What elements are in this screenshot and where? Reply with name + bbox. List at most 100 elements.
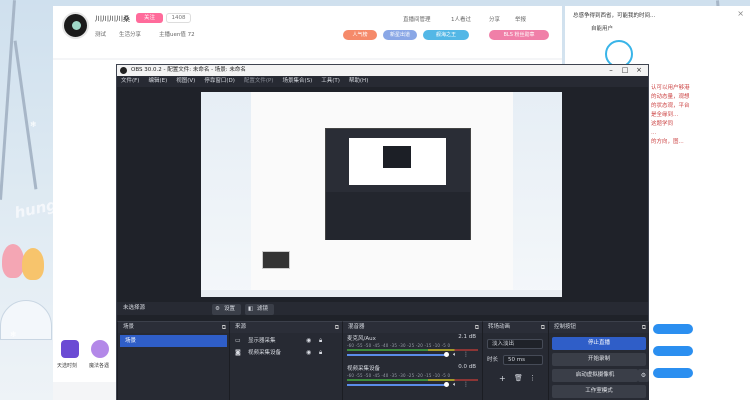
start-recording-button[interactable]: 开始录制 xyxy=(552,353,646,366)
share-link[interactable]: 分享 xyxy=(489,15,500,23)
scene-list-item[interactable]: 场景 xyxy=(120,335,227,347)
obs-titlebar[interactable]: OBS 30.0.2 - 配置文件: 未命名 - 场景: 未命名 – □ × xyxy=(117,65,648,76)
slider-track xyxy=(347,384,447,386)
tree-branch xyxy=(0,0,16,200)
popout-icon[interactable]: ⧉ xyxy=(541,322,545,333)
popout-icon[interactable]: ⧉ xyxy=(642,322,646,333)
rank-badge[interactable]: 舰海之王 xyxy=(423,30,469,40)
volume-slider[interactable]: 🔈︎ ⋮ xyxy=(347,381,478,389)
source-list-item[interactable]: ▭ 显示器采集 ◉ 🔒︎ xyxy=(230,335,342,347)
gear-icon[interactable]: ⚙ xyxy=(638,369,649,382)
studio-mode-button[interactable]: 工作室模式 xyxy=(552,385,646,398)
menu-help[interactable]: 帮助(H) xyxy=(349,76,368,87)
channel-db: 0.0 dB xyxy=(458,364,476,370)
slider-track xyxy=(347,354,447,356)
menu-edit[interactable]: 编辑(E) xyxy=(148,76,167,87)
streamer-avatar[interactable] xyxy=(62,12,89,39)
menu-docks[interactable]: 停靠窗口(D) xyxy=(204,76,235,87)
minimize-icon[interactable]: – xyxy=(604,65,618,76)
scenes-dock: 场景 ⧉ 场景 xyxy=(117,321,229,400)
send-button[interactable] xyxy=(653,346,693,356)
gear-icon[interactable]: ⋮ xyxy=(463,381,469,388)
speaker-icon[interactable]: 🔈︎ xyxy=(453,381,457,389)
gift-icon[interactable] xyxy=(91,340,109,358)
menu-tools[interactable]: 工具(T) xyxy=(321,76,340,87)
level-meter xyxy=(347,379,478,381)
visibility-eye-icon[interactable]: ◉ xyxy=(306,347,311,359)
viewers-count: 1人看过 xyxy=(451,17,471,23)
mixer-channel: 视频采集设备 0.0 dB -60 -55 -50 -45 -40 -35 -3… xyxy=(343,363,482,389)
close-icon[interactable]: × xyxy=(737,9,744,18)
host-tag: 主播uen值 72 xyxy=(159,32,195,38)
capture-nested-preview xyxy=(349,138,446,185)
room-title: 测试 xyxy=(95,32,107,38)
mixer-channel: 麦克风/Aux 2.1 dB -60 -55 -50 -45 -40 -35 -… xyxy=(343,333,482,359)
add-icon[interactable]: + xyxy=(499,374,506,383)
duration-input[interactable]: 50 ms xyxy=(503,355,543,365)
dock-header: 场景 ⧉ xyxy=(118,322,229,333)
controls-dock: 控制按钮 ⧉ 停止直播 开始录制 启动虚拟摄像机 ⚙ 工作室模式 xyxy=(548,321,649,400)
volume-slider[interactable]: 🔈︎ ⋮ xyxy=(347,351,478,359)
source-toolbar: 未选择源 xyxy=(117,302,648,315)
snowflake-icon: ❄ xyxy=(30,120,37,129)
channel-name: 麦克风/Aux xyxy=(347,336,376,342)
lock-icon[interactable]: 🔒︎ xyxy=(319,347,322,359)
send-button[interactable] xyxy=(653,368,693,378)
popout-icon[interactable]: ⧉ xyxy=(335,322,339,333)
preview-capture xyxy=(201,92,562,297)
obs-window-title: OBS 30.0.2 - 配置文件: 未命名 - 场景: 未命名 xyxy=(131,67,246,73)
follow-button[interactable]: 关注 xyxy=(136,13,163,23)
visibility-eye-icon[interactable]: ◉ xyxy=(306,335,311,347)
streamer-name[interactable]: 川川川川桑 xyxy=(95,14,130,24)
menu-file[interactable]: 文件(F) xyxy=(121,76,139,87)
source-list-item[interactable]: ◙ 视频采集设备 ◉ 🔒︎ xyxy=(230,347,342,359)
duration-label: 时长 xyxy=(487,357,499,363)
menu-scene-collection[interactable]: 场景集合(S) xyxy=(282,76,312,87)
db-scale: -60 -55 -50 -45 -40 -35 -30 -25 -20 -15 … xyxy=(347,343,451,348)
popout-icon[interactable]: ⧉ xyxy=(222,322,226,333)
trash-icon[interactable]: 🗑︎ xyxy=(514,374,523,382)
transition-select[interactable]: 淡入淡出 xyxy=(487,339,543,349)
gear-icon[interactable]: ⋮ xyxy=(463,351,469,358)
kid-illustration xyxy=(2,244,24,278)
sources-dock: 来源 ⧉ ▭ 显示器采集 ◉ 🔒︎ ◙ 视频采集设备 ◉ 🔒︎ xyxy=(229,321,342,400)
filters-button[interactable]: ◧ 滤镜 xyxy=(245,304,275,315)
stop-streaming-button[interactable]: 停止直播 xyxy=(552,337,646,350)
dock-header: 混音器 ⧉ xyxy=(343,322,482,333)
lock-icon[interactable]: 🔒︎ xyxy=(319,335,322,347)
capture-nested-preview xyxy=(422,157,438,166)
igloo-illustration xyxy=(0,300,52,340)
menu-view[interactable]: 视图(V) xyxy=(176,76,195,87)
capture-thumbnail xyxy=(262,251,290,269)
popout-icon[interactable]: ⧉ xyxy=(475,322,479,333)
close-icon[interactable]: × xyxy=(632,65,646,76)
menu-profile[interactable]: 配置文件(P) xyxy=(244,76,274,87)
obs-menubar: 文件(F) 编辑(E) 视图(V) 停靠窗口(D) 配置文件(P) 场景集合(S… xyxy=(117,76,648,87)
slider-handle[interactable] xyxy=(444,352,449,357)
level-meter xyxy=(347,349,478,351)
speaker-icon[interactable]: 🔈︎ xyxy=(453,351,457,359)
slider-handle[interactable] xyxy=(444,382,449,387)
dock-header: 控制按钮 ⧉ xyxy=(549,322,649,333)
gift-icon[interactable] xyxy=(61,340,79,358)
rank-badge[interactable]: 人气榜 xyxy=(343,30,377,40)
properties-button[interactable]: ⚙ 设置 xyxy=(212,304,242,315)
room-manage-link[interactable]: 直播间管理 xyxy=(403,15,431,23)
gear-icon: ⚙ xyxy=(215,306,220,312)
fan-medal-badge[interactable]: BLS 粉丝勋章 xyxy=(489,30,549,40)
channel-db: 2.1 dB xyxy=(458,334,476,340)
report-link[interactable]: 举报 xyxy=(515,15,526,23)
tree-branch xyxy=(13,40,38,190)
no-source-label: 未选择源 xyxy=(123,305,146,311)
rank-badge[interactable]: 新星出道 xyxy=(383,30,417,40)
room-category[interactable]: 生活分享 xyxy=(119,30,141,38)
capture-nested-preview xyxy=(383,146,438,168)
camera-icon: ◙ xyxy=(235,349,241,356)
filter-icon: ◧ xyxy=(248,306,254,312)
dock-header: 转场动画 ⧉ xyxy=(483,322,548,333)
start-virtual-camera-button[interactable]: 启动虚拟摄像机 xyxy=(552,369,638,382)
send-button[interactable] xyxy=(653,324,693,334)
maximize-icon[interactable]: □ xyxy=(618,65,632,76)
obs-window: OBS 30.0.2 - 配置文件: 未命名 - 场景: 未命名 – □ × 文… xyxy=(116,64,649,400)
more-icon[interactable]: ⋮ xyxy=(529,374,536,382)
